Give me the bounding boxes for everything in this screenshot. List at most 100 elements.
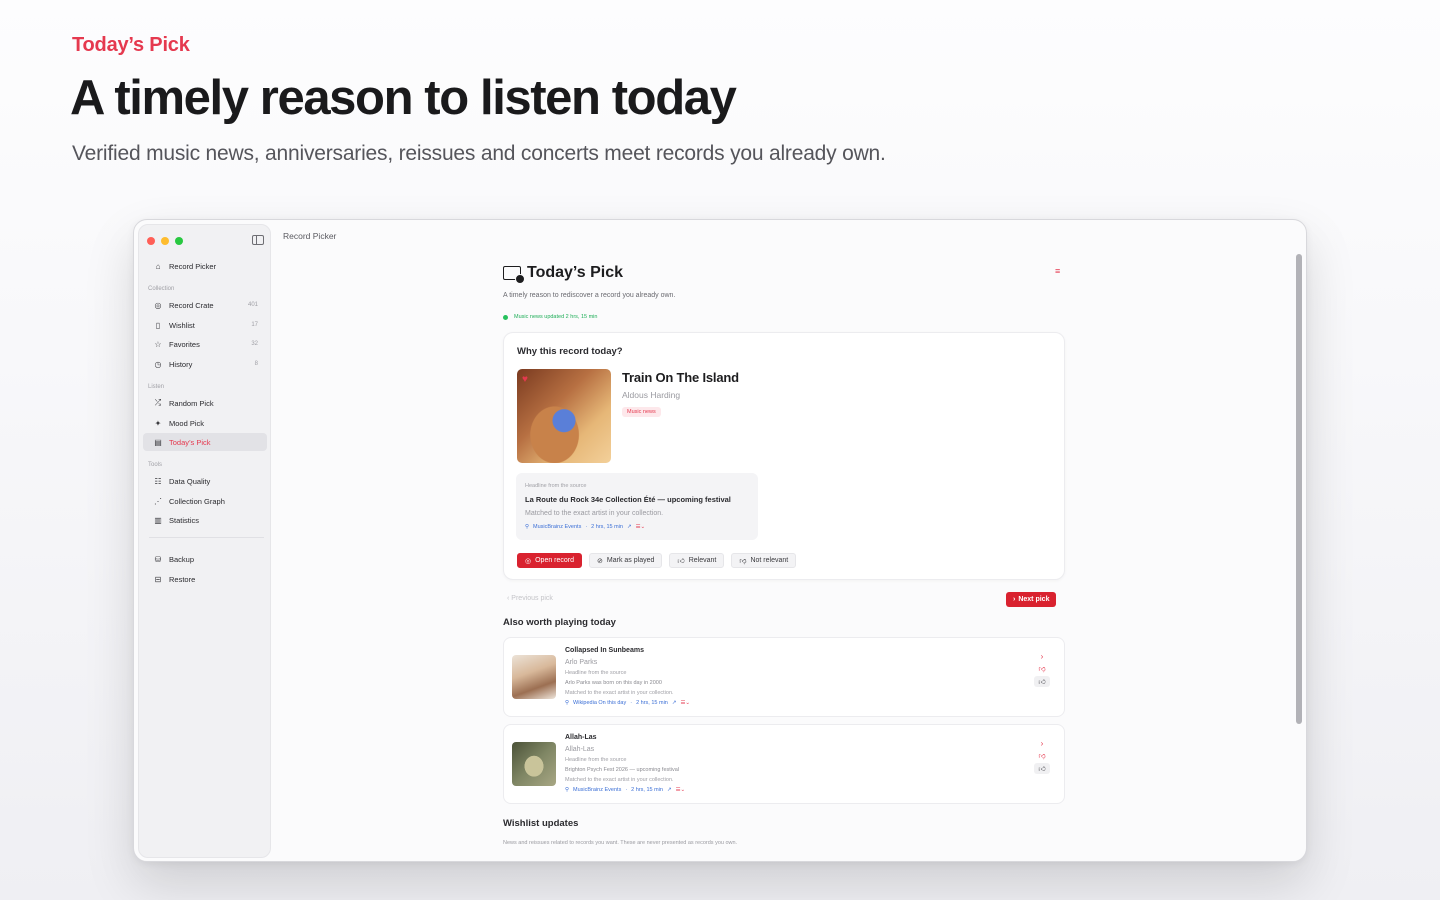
list-menu-icon[interactable]: ☰⌄ bbox=[680, 700, 690, 706]
sidebar-item-data-quality[interactable]: ☷ Data Quality bbox=[143, 472, 267, 490]
record-artist: Aldous Harding bbox=[622, 390, 681, 400]
list-item[interactable]: Allah-Las Allah-Las Headline from the so… bbox=[503, 724, 1065, 804]
sidebar-item-backup[interactable]: ⛁ Backup bbox=[143, 550, 267, 568]
sidebar-item-todays-pick[interactable]: ▤ Today’s Pick bbox=[143, 433, 267, 451]
not-relevant-button[interactable]: 👎︎ Not relevant bbox=[731, 553, 797, 568]
source-age: 2 hrs, 15 min bbox=[591, 524, 623, 530]
calendar-badge-icon bbox=[503, 266, 525, 284]
sidebar-item-record-crate[interactable]: ◎ Record Crate 401 bbox=[143, 296, 267, 314]
item-title: Collapsed In Sunbeams bbox=[565, 647, 644, 654]
item-headline-label: Headline from the source bbox=[565, 757, 627, 763]
record-title[interactable]: Train On The Island bbox=[622, 370, 739, 385]
minimize-button[interactable] bbox=[161, 237, 169, 245]
headline-box: Headline from the source La Route du Roc… bbox=[516, 473, 758, 540]
news-badge: Music news bbox=[622, 407, 661, 417]
thumbs-down-icon[interactable]: 👎︎ bbox=[1038, 664, 1045, 673]
next-pick-button[interactable]: › Next pick bbox=[1006, 592, 1057, 607]
item-source-meta: ⚲ MusicBrainz Events · 2 hrs, 15 min ↗ ☰… bbox=[565, 787, 686, 793]
chevron-left-icon: ‹ bbox=[507, 595, 510, 602]
record-icon: ◎ bbox=[525, 557, 532, 565]
sidebar-item-record-picker[interactable]: ⌂ Record Picker bbox=[143, 257, 267, 275]
item-source-link[interactable]: Wikipedia On this day bbox=[573, 700, 626, 706]
external-link-icon[interactable]: ↗ bbox=[627, 524, 632, 530]
history-icon: ◷ bbox=[154, 359, 162, 369]
headline-text: La Route du Rock 34e Collection Été — up… bbox=[525, 495, 731, 504]
archive-icon: ⊟ bbox=[154, 574, 162, 584]
source-link[interactable]: MusicBrainz Events bbox=[533, 524, 581, 530]
list-menu-icon[interactable]: ☰⌄ bbox=[676, 787, 686, 793]
menu-icon[interactable]: ≡ bbox=[1055, 266, 1060, 276]
close-button[interactable] bbox=[147, 237, 155, 245]
wishlist-heading: Wishlist updates bbox=[503, 818, 579, 829]
album-thumbnail[interactable] bbox=[512, 655, 556, 699]
link-icon: ⚲ bbox=[565, 700, 570, 706]
item-headline: Brighton Psych Fest 2026 — upcoming fest… bbox=[565, 767, 680, 773]
page-subtitle: A timely reason to rediscover a record y… bbox=[503, 292, 676, 299]
sidebar-item-wishlist[interactable]: ▯ Wishlist 17 bbox=[143, 316, 267, 334]
sidebar: ⌂ Record Picker Collection ◎ Record Crat… bbox=[138, 224, 271, 858]
sidebar-item-favorites[interactable]: ☆ Favorites 32 bbox=[143, 335, 267, 353]
item-actions: › 👎︎ 👍︎ bbox=[1034, 739, 1050, 774]
drive-icon: ⛁ bbox=[154, 554, 162, 564]
chevron-right-icon[interactable]: › bbox=[1041, 739, 1044, 748]
sidebar-toggle-icon[interactable] bbox=[252, 235, 264, 245]
sidebar-item-mood-pick[interactable]: ✦ Mood Pick bbox=[143, 414, 267, 432]
hero-eyebrow: Today’s Pick bbox=[72, 34, 190, 56]
record-icon: ◎ bbox=[154, 300, 162, 310]
checklist-icon: ☷ bbox=[154, 476, 162, 486]
mark-played-button[interactable]: ⊘ Mark as played bbox=[589, 553, 663, 568]
list-menu-icon[interactable]: ☰⌄ bbox=[636, 524, 646, 530]
item-actions: › 👎︎ 👍︎ bbox=[1034, 652, 1050, 687]
thumbs-up-icon[interactable]: 👍︎ bbox=[1034, 676, 1050, 687]
zoom-button[interactable] bbox=[175, 237, 183, 245]
action-bar: ◎ Open record ⊘ Mark as played 👍︎ Releva… bbox=[517, 553, 797, 568]
section-label-collection: Collection bbox=[148, 286, 175, 292]
window-controls bbox=[147, 237, 183, 245]
sidebar-item-random-pick[interactable]: ⤮ Random Pick bbox=[143, 394, 267, 412]
item-age: 2 hrs, 15 min bbox=[631, 787, 663, 793]
album-thumbnail[interactable] bbox=[512, 742, 556, 786]
item-age: 2 hrs, 15 min bbox=[636, 700, 668, 706]
sidebar-item-collection-graph[interactable]: ⋰ Collection Graph bbox=[143, 492, 267, 510]
item-source-link[interactable]: MusicBrainz Events bbox=[573, 787, 621, 793]
external-link-icon[interactable]: ↗ bbox=[672, 700, 677, 706]
window-title: Record Picker bbox=[283, 231, 337, 241]
status-indicator: Music news updated 2 hrs, 15 min bbox=[503, 314, 597, 320]
previous-pick-button[interactable]: ‹ Previous pick bbox=[507, 595, 553, 602]
thumbs-up-icon: 👍︎ bbox=[677, 558, 685, 565]
status-dot-icon bbox=[503, 314, 508, 320]
sidebar-divider bbox=[149, 537, 264, 538]
item-title: Allah-Las bbox=[565, 734, 597, 741]
item-artist: Arlo Parks bbox=[565, 659, 598, 666]
link-icon: ⚲ bbox=[525, 524, 530, 530]
sidebar-item-restore[interactable]: ⊟ Restore bbox=[143, 570, 267, 588]
check-circle-icon: ⊘ bbox=[597, 557, 603, 565]
also-worth-heading: Also worth playing today bbox=[503, 617, 616, 628]
chart-icon: ▥ bbox=[154, 515, 162, 525]
source-meta: ⚲ MusicBrainz Events · 2 hrs, 15 min ↗ ☰… bbox=[525, 524, 646, 530]
section-label-tools: Tools bbox=[148, 462, 163, 468]
album-art[interactable]: ♥ bbox=[517, 369, 611, 463]
relevant-button[interactable]: 👍︎ Relevant bbox=[669, 553, 725, 568]
open-record-button[interactable]: ◎ Open record bbox=[517, 553, 583, 568]
heart-icon: ♥ bbox=[522, 374, 528, 385]
sidebar-item-statistics[interactable]: ▥ Statistics bbox=[143, 511, 267, 529]
graph-icon: ⋰ bbox=[154, 496, 162, 506]
hero-title: A timely reason to listen today bbox=[70, 71, 737, 125]
scrollbar[interactable] bbox=[1296, 254, 1302, 724]
card-heading: Why this record today? bbox=[517, 346, 623, 357]
chevron-right-icon: › bbox=[1013, 596, 1016, 603]
bookmark-icon: ▯ bbox=[155, 320, 161, 330]
thumbs-down-icon[interactable]: 👎︎ bbox=[1038, 751, 1045, 760]
external-link-icon[interactable]: ↗ bbox=[667, 787, 672, 793]
todays-pick-card: Why this record today? ♥ Train On The Is… bbox=[503, 332, 1065, 580]
page-title: Today’s Pick bbox=[503, 264, 623, 284]
wishlist-subtitle: News and reissues related to records you… bbox=[503, 840, 738, 846]
sidebar-item-history[interactable]: ◷ History 8 bbox=[143, 355, 267, 373]
section-label-listen: Listen bbox=[148, 384, 165, 390]
item-headline: Arlo Parks was born on this day in 2000 bbox=[565, 680, 662, 686]
thumbs-up-icon[interactable]: 👍︎ bbox=[1034, 763, 1050, 774]
chevron-right-icon[interactable]: › bbox=[1041, 652, 1044, 661]
list-item[interactable]: Collapsed In Sunbeams Arlo Parks Headlin… bbox=[503, 637, 1065, 717]
hero-subtitle: Verified music news, anniversaries, reis… bbox=[72, 142, 886, 165]
